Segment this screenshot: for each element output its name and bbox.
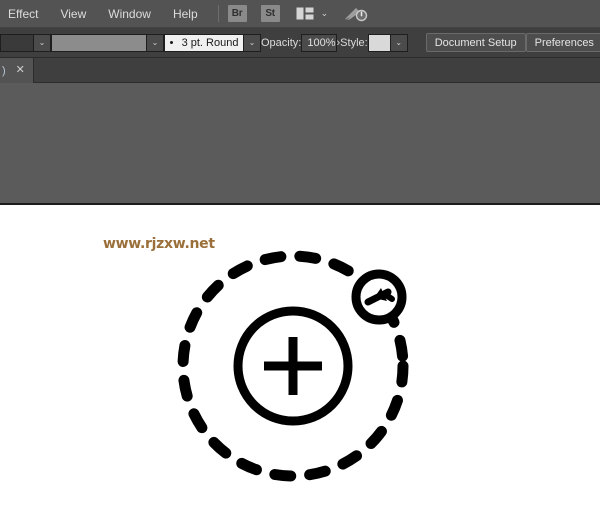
- opacity-input[interactable]: 100%: [301, 33, 337, 52]
- close-icon[interactable]: ✕: [16, 65, 25, 76]
- bridge-launch-button[interactable]: Br: [227, 5, 247, 22]
- document-tab-title: ): [2, 64, 6, 77]
- document-tab-bar: ) ✕: [0, 58, 600, 83]
- brush-definition-value: 3 pt. Round: [181, 36, 239, 49]
- brush-preview-dot-icon: [169, 41, 173, 44]
- menu-bar: Effect View Window Help Br St ⌄: [0, 0, 600, 28]
- stroke-dropdown-chevron-icon[interactable]: ⌄: [147, 33, 164, 52]
- brush-dropdown-chevron-icon[interactable]: ⌄: [244, 33, 261, 52]
- artboard-area[interactable]: www.rjzxw.net: [0, 205, 600, 513]
- menu-item-help[interactable]: Help: [162, 0, 209, 28]
- fill-color-swatch[interactable]: [0, 33, 34, 52]
- document-setup-button[interactable]: Document Setup: [425, 33, 526, 52]
- rocket-power-icon[interactable]: [344, 6, 368, 22]
- style-dropdown-chevron-icon[interactable]: ⌄: [390, 33, 408, 52]
- control-options-bar: ⌄ ⌄ 3 pt. Round ⌄ Opacity: 100% › Style:…: [0, 28, 600, 58]
- menu-item-window[interactable]: Window: [97, 0, 162, 28]
- vector-artwork[interactable]: [0, 205, 600, 513]
- style-label: Style:: [340, 36, 368, 49]
- stroke-swatch-group[interactable]: ⌄: [51, 33, 164, 52]
- menu-divider: [217, 5, 219, 22]
- menu-item-effect[interactable]: Effect: [0, 0, 49, 28]
- preferences-button[interactable]: Preferences: [525, 33, 600, 52]
- stroke-color-swatch[interactable]: [51, 33, 147, 52]
- illustrator-window: Effect View Window Help Br St ⌄ ⌄ ⌄ 3 pt…: [0, 0, 600, 513]
- workspace-layout-icon[interactable]: [296, 7, 314, 20]
- document-tab[interactable]: ) ✕: [0, 58, 34, 83]
- brush-definition-field[interactable]: 3 pt. Round: [164, 33, 244, 52]
- chevron-down-icon[interactable]: ⌄: [321, 9, 329, 18]
- brush-definition-group[interactable]: 3 pt. Round ⌄: [164, 33, 261, 52]
- graphic-style-swatch[interactable]: [367, 33, 391, 52]
- plus-icon: [264, 337, 322, 395]
- stock-launch-button[interactable]: St: [260, 5, 280, 22]
- menu-item-view[interactable]: View: [49, 0, 97, 28]
- opacity-label: Opacity:: [261, 36, 302, 49]
- graphic-style-group[interactable]: ⌄: [367, 33, 408, 52]
- fill-dropdown-chevron-icon[interactable]: ⌄: [34, 33, 51, 52]
- fill-swatch-group[interactable]: ⌄: [0, 33, 51, 52]
- canvas-pasteboard[interactable]: [0, 83, 600, 205]
